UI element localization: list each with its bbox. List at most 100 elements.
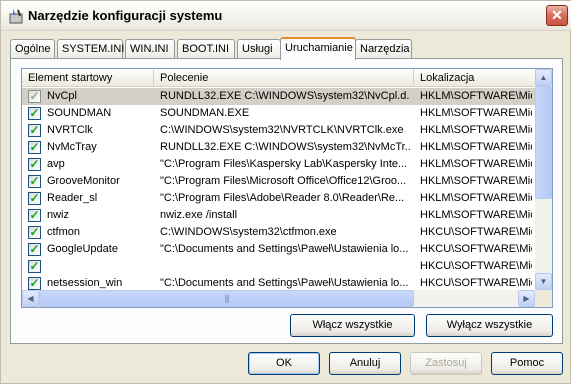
startup-list[interactable]: Element startowy Polecenie Lokalizacja ✓… [21,68,553,308]
enable-checkbox[interactable]: ✓ [28,277,41,290]
item-command [160,258,410,275]
config-window: Narzędzie konfiguracji systemu ✕ Ogólne … [0,0,571,384]
arrow-up-icon: ▲ [539,73,548,82]
item-name: NvCpl [47,90,77,102]
enable-checkbox[interactable]: ✓ [28,226,41,239]
table-row[interactable]: ✓ GrooveMonitor "C:\Program Files\Micros… [22,173,535,190]
enable-checkbox[interactable]: ✓ [28,141,41,154]
arrow-down-icon: ▼ [539,277,548,286]
help-button[interactable]: Pomoc [491,352,563,375]
item-location: HKLM\SOFTWARE\Micro [420,209,532,221]
item-command: "C:\Documents and Settings\Paweł\Ustawie… [160,277,409,289]
item-name: GrooveMonitor [47,175,120,187]
item-command: "C:\Documents and Settings\Paweł\Ustawie… [160,243,409,255]
table-row[interactable]: ✓ nwiz nwiz.exe /install HKLM\SOFTWARE\M… [22,207,535,224]
disable-all-button[interactable]: Wyłącz wszystkie [426,314,553,337]
item-location: HKLM\SOFTWARE\Micro [420,175,532,187]
item-location: HKLM\SOFTWARE\Micro [420,124,532,136]
arrow-left-icon: ◀ [27,294,34,303]
item-location: HKLM\SOFTWARE\Micro [420,90,532,102]
scroll-up-button[interactable]: ▲ [535,69,552,86]
item-command: C:\WINDOWS\system32\ctfmon.exe [160,226,337,238]
scroll-down-button[interactable]: ▼ [535,273,552,290]
item-location: HKLM\SOFTWARE\Micro [420,158,532,170]
table-row[interactable]: ✓ GoogleUpdate "C:\Documents and Setting… [22,241,535,258]
enable-checkbox[interactable]: ✓ [28,209,41,222]
table-row[interactable]: ✓ ctfmon C:\WINDOWS\system32\ctfmon.exe … [22,224,535,241]
enable-checkbox[interactable]: ✓ [28,124,41,137]
tab-startup[interactable]: Uruchamianie [280,37,356,60]
item-location: HKCU\SOFTWARE\Micro [420,226,532,238]
arrow-right-icon: ▶ [523,294,530,303]
item-name: GoogleUpdate [47,243,118,255]
table-row[interactable]: ✓ NvCpl RUNDLL32.EXE C:\WINDOWS\system32… [22,88,535,105]
enable-checkbox[interactable]: ✓ [28,107,41,120]
list-rows: ✓ NvCpl RUNDLL32.EXE C:\WINDOWS\system32… [22,88,535,290]
item-command: "C:\Program Files\Microsoft Office\Offic… [160,175,407,187]
table-row[interactable]: ✓ netsession_win "C:\Documents and Setti… [22,275,535,290]
apply-button[interactable]: Zastosuj [410,352,482,375]
enable-checkbox[interactable]: ✓ [28,192,41,205]
tab-win-ini[interactable]: WIN.INI [125,39,175,59]
column-header-startup-item[interactable]: Element startowy [22,69,154,87]
scroll-right-button[interactable]: ▶ [518,290,535,307]
tab-tools[interactable]: Narzędzia [355,39,412,59]
close-button[interactable]: ✕ [546,5,568,26]
enable-checkbox[interactable]: ✓ [28,158,41,171]
item-location: HKLM\SOFTWARE\Micro [420,107,532,119]
item-location: HKLM\SOFTWARE\Micro [420,192,532,204]
config-tool-icon [9,9,23,24]
item-command: C:\WINDOWS\system32\NVRTCLK\NVRTClk.exe [160,124,404,136]
item-name: netsession_win [47,277,123,289]
item-location: HKCU\SOFTWARE\Micro [420,260,532,272]
table-row[interactable]: ✓ SOUNDMAN SOUNDMAN.EXE HKLM\SOFTWARE\Mi… [22,105,535,122]
item-command: RUNDLL32.EXE C:\WINDOWS\system32\NvMcTr.… [160,141,410,153]
item-name: NvMcTray [47,141,97,153]
vertical-scrollbar[interactable]: ▲ ▼ [535,69,552,290]
column-header-location[interactable]: Lokalizacja [414,69,535,87]
item-command: SOUNDMAN.EXE [160,107,250,119]
tab-system-ini[interactable]: SYSTEM.INI [57,39,124,59]
startup-panel: Element startowy Polecenie Lokalizacja ✓… [10,58,563,344]
title-bar[interactable]: Narzędzie konfiguracji systemu ✕ [1,1,571,31]
table-row[interactable]: ✓ avp "C:\Program Files\Kaspersky Lab\Ka… [22,156,535,173]
enable-checkbox[interactable]: ✓ [28,243,41,256]
item-command: RUNDLL32.EXE C:\WINDOWS\system32\NvCpl.d… [160,90,410,102]
table-row[interactable]: ✓ NVRTClk C:\WINDOWS\system32\NVRTCLK\NV… [22,122,535,139]
table-row[interactable]: ✓ HKCU\SOFTWARE\Micro [22,258,535,275]
horizontal-scrollbar[interactable]: ◀ ||| ▶ [22,290,535,307]
item-location: HKLM\SOFTWARE\Micro [420,141,532,153]
enable-checkbox[interactable]: ✓ [28,260,41,273]
item-name: SOUNDMAN [47,107,112,119]
item-command: "C:\Program Files\Kaspersky Lab\Kaspersk… [160,158,408,170]
grip-icon: ||| [224,293,229,303]
item-name: ctfmon [47,226,81,238]
tab-boot-ini[interactable]: BOOT.INI [177,39,235,59]
scroll-corner [535,290,552,307]
item-location: HKCU\SOFTWARE\Micro [420,243,532,255]
item-location: HKCU\SOFTWARE\Micro [420,277,532,289]
cancel-button[interactable]: Anuluj [329,352,401,375]
tab-services[interactable]: Usługi [237,39,281,59]
window-title: Narzędzie konfiguracji systemu [28,8,223,23]
horizontal-scroll-thumb[interactable]: ||| [39,290,414,307]
item-command: "C:\Program Files\Adobe\Reader 8.0\Reade… [160,192,405,204]
table-row[interactable]: ✓ Reader_sl "C:\Program Files\Adobe\Read… [22,190,535,207]
item-name [47,258,152,275]
ok-button[interactable]: OK [248,352,320,375]
list-header: Element startowy Polecenie Lokalizacja [22,69,535,87]
item-name: Reader_sl [47,192,98,204]
column-header-command[interactable]: Polecenie [154,69,414,87]
close-icon: ✕ [551,7,563,23]
item-name: avp [47,158,65,170]
enable-all-button[interactable]: Włącz wszystkie [290,314,415,337]
tab-general[interactable]: Ogólne [10,39,55,59]
table-row[interactable]: ✓ NvMcTray RUNDLL32.EXE C:\WINDOWS\syste… [22,139,535,156]
scroll-left-button[interactable]: ◀ [22,290,39,307]
vertical-scroll-thumb[interactable] [535,86,552,199]
enable-checkbox[interactable]: ✓ [28,175,41,188]
enable-checkbox[interactable]: ✓ [28,90,41,103]
item-name: NVRTClk [47,124,93,136]
item-name: nwiz [47,209,70,221]
item-command: nwiz.exe /install [160,209,238,221]
